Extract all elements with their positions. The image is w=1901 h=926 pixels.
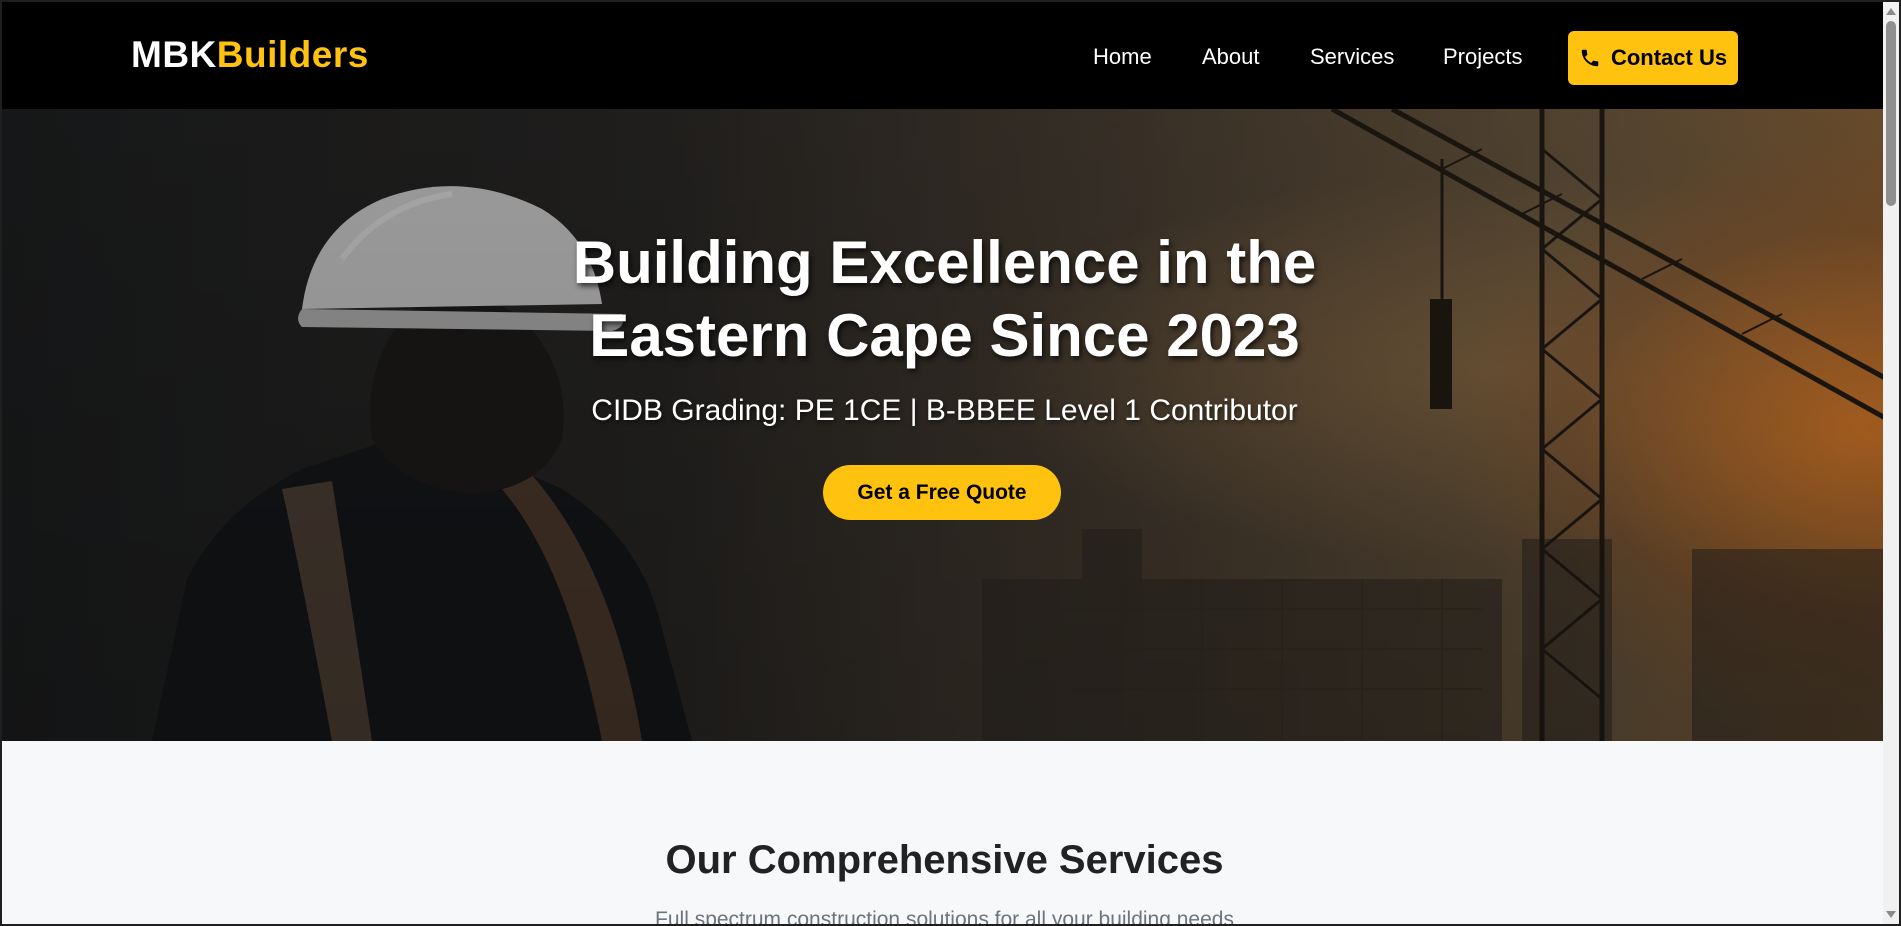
page-scrollbar[interactable]: [1883, 2, 1899, 924]
logo-text-mbk: MBK: [131, 34, 217, 75]
services-section: Our Comprehensive Services Full spectrum…: [2, 741, 1887, 924]
nav-link-home[interactable]: Home: [1093, 43, 1152, 71]
nav-link-projects[interactable]: Projects: [1443, 43, 1522, 71]
scroll-thumb[interactable]: [1886, 21, 1896, 206]
contact-us-button[interactable]: Contact Us: [1568, 31, 1738, 85]
browser-window: MBKBuilders Home About Services Projects…: [0, 0, 1901, 926]
site-logo[interactable]: MBKBuilders: [131, 34, 369, 76]
get-free-quote-button[interactable]: Get a Free Quote: [823, 465, 1061, 520]
page-viewport: MBKBuilders Home About Services Projects…: [2, 2, 1887, 924]
contact-us-label: Contact Us: [1610, 45, 1728, 70]
hero-section: Building Excellence in the Eastern Cape …: [2, 109, 1887, 741]
services-title: Our Comprehensive Services: [665, 838, 1224, 882]
navbar: MBKBuilders Home About Services Projects…: [2, 2, 1887, 109]
logo-text-builders: Builders: [216, 34, 369, 75]
phone-icon: [1581, 49, 1599, 67]
nav-link-services[interactable]: Services: [1310, 43, 1394, 71]
hero-subtitle: CIDB Grading: PE 1CE | B-BBEE Level 1 Co…: [591, 394, 1298, 427]
services-subtitle: Full spectrum construction solutions for…: [655, 908, 1234, 924]
hero-title: Building Excellence in the Eastern Cape …: [572, 229, 1317, 369]
scroll-up-arrow-icon[interactable]: [1886, 8, 1896, 15]
nav-link-about[interactable]: About: [1202, 43, 1260, 71]
scroll-down-arrow-icon[interactable]: [1886, 911, 1896, 918]
